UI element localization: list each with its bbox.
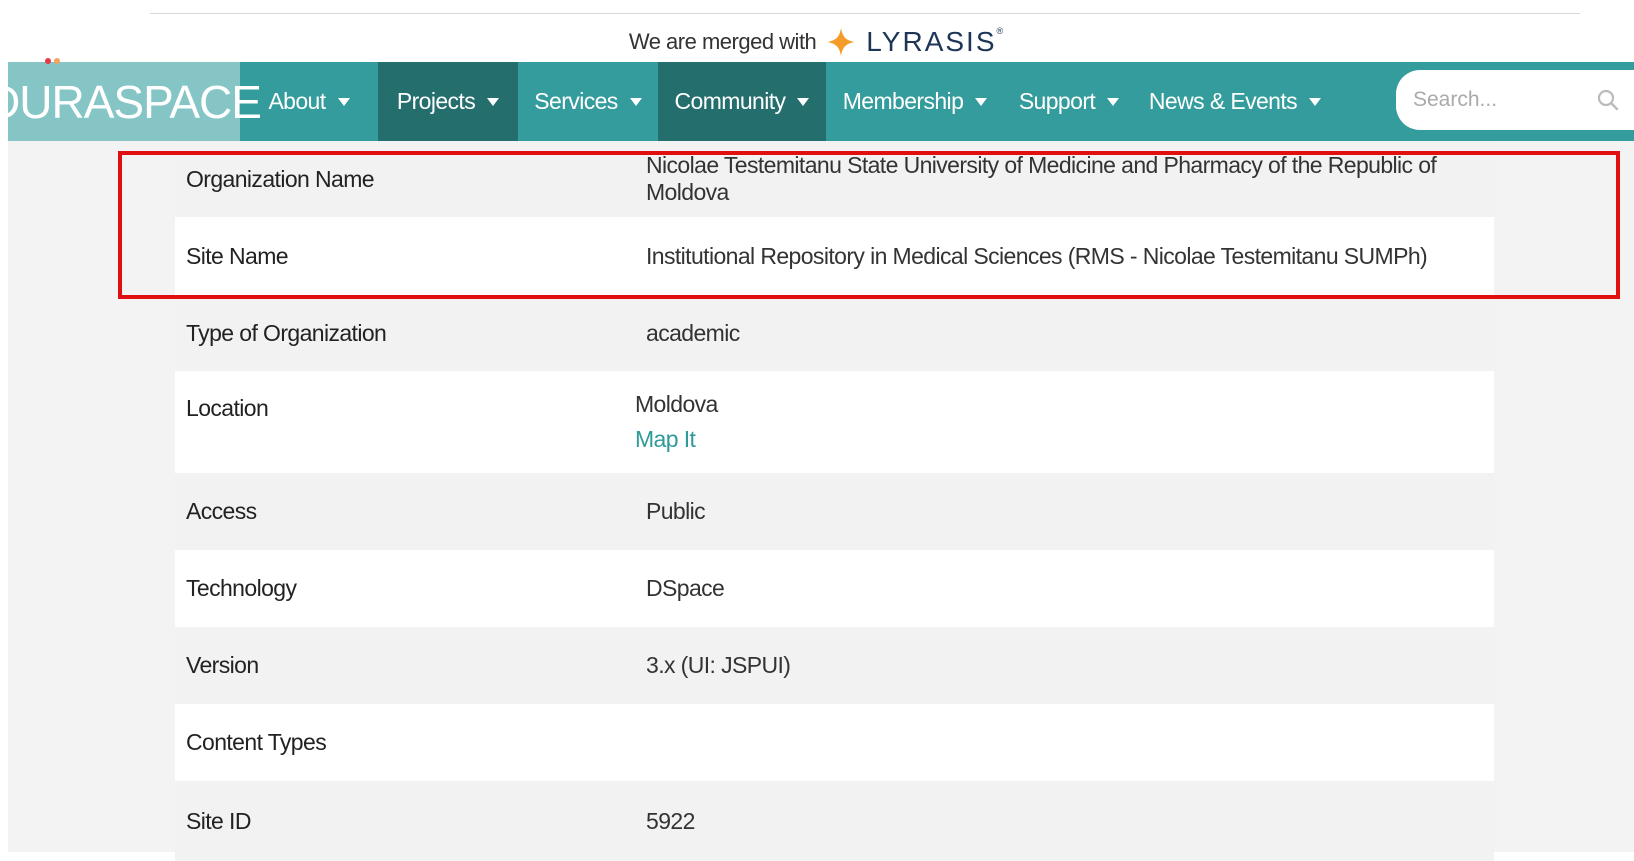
merge-banner-content[interactable]: We are merged with LYRASIS® xyxy=(629,22,1005,62)
partner-logo-text: LYRASIS® xyxy=(866,26,1006,57)
search-input[interactable] xyxy=(1411,87,1585,113)
version-value: 3.x (UI: JSPUI) xyxy=(646,652,791,678)
nav-projects[interactable]: Projects xyxy=(378,62,518,141)
star-icon xyxy=(827,28,856,56)
row-value: Moldova Map It xyxy=(635,371,1494,473)
left-gutter xyxy=(8,141,175,852)
caret-down-icon xyxy=(629,97,642,106)
logo-dots-icon xyxy=(45,58,60,64)
nav-news-events[interactable]: News & Events xyxy=(1134,62,1336,141)
nav-services[interactable]: Services xyxy=(518,62,658,141)
caret-down-icon xyxy=(975,97,988,106)
top-divider xyxy=(150,13,1580,14)
organization-name-value: Nicolae Testemitanu State University of … xyxy=(646,152,1437,205)
caret-down-icon xyxy=(487,97,500,106)
right-gutter xyxy=(1494,141,1634,852)
search-icon[interactable] xyxy=(1596,88,1620,112)
nav-community-label: Community xyxy=(674,88,787,114)
caret-down-icon xyxy=(797,97,810,106)
row-label: Site Name xyxy=(186,242,289,269)
row-value xyxy=(646,704,1494,781)
row-label: Content Types xyxy=(186,729,327,755)
row-value: Nicolae Testemitanu State University of … xyxy=(646,141,1494,217)
row-value: Institutional Repository in Medical Scie… xyxy=(646,217,1494,295)
table-row: Site ID 5922 xyxy=(175,781,1494,861)
site-logo[interactable]: DURASPACE xyxy=(0,58,262,141)
table-row: Technology DSpace xyxy=(175,550,1494,627)
row-label: Type of Organization xyxy=(186,319,387,346)
row-label: Access xyxy=(186,498,257,524)
table-row: Location Moldova Map It xyxy=(175,371,1494,473)
row-value: DSpace xyxy=(646,550,1494,627)
table-row: Type of Organization academic xyxy=(175,295,1494,371)
table-row: Access Public xyxy=(175,473,1494,550)
merge-text: We are merged with xyxy=(628,29,817,54)
registered-mark: ® xyxy=(996,26,1006,36)
table-row: Content Types xyxy=(175,704,1494,781)
technology-value: DSpace xyxy=(646,575,725,601)
row-value: 3.x (UI: JSPUI) xyxy=(646,627,1494,704)
site-id-value: 5922 xyxy=(646,807,695,834)
nav-about[interactable]: About xyxy=(240,62,378,141)
caret-down-icon xyxy=(1309,97,1322,106)
site-name-value: Institutional Repository in Medical Scie… xyxy=(646,242,1428,269)
caret-down-icon xyxy=(1107,97,1120,106)
site-details-table: Organization Name Nicolae Testemitanu St… xyxy=(175,141,1494,861)
nav-community[interactable]: Community xyxy=(658,62,826,141)
nav-about-label: About xyxy=(268,88,326,114)
table-row: Site Name Institutional Repository in Me… xyxy=(175,217,1494,295)
row-value: academic xyxy=(646,295,1494,371)
logo-text: DURASPACE xyxy=(0,75,262,128)
row-value: Public xyxy=(646,473,1494,550)
caret-down-icon xyxy=(337,97,350,106)
location-value: Moldova xyxy=(635,391,718,417)
row-label: Organization Name xyxy=(186,165,375,192)
nav-news-events-label: News & Events xyxy=(1148,88,1298,114)
row-value: 5922 xyxy=(646,781,1494,861)
nav-support-label: Support xyxy=(1018,88,1096,114)
main-navigation: DURASPACE About Projects Services Commun… xyxy=(0,58,1634,141)
row-label: Site ID xyxy=(186,807,251,834)
row-label: Location xyxy=(186,395,269,421)
nav-membership[interactable]: Membership xyxy=(826,62,1004,141)
table-row: Organization Name Nicolae Testemitanu St… xyxy=(175,141,1494,217)
nav-services-label: Services xyxy=(534,88,618,114)
row-label: Version xyxy=(186,652,259,678)
map-it-link[interactable]: Map It xyxy=(635,426,1494,453)
merge-banner: We are merged with LYRASIS® xyxy=(0,22,1634,62)
search-box xyxy=(1396,70,1634,130)
nav-projects-label: Projects xyxy=(396,88,476,114)
nav-membership-label: Membership xyxy=(842,88,964,114)
table-row: Version 3.x (UI: JSPUI) xyxy=(175,627,1494,704)
nav-support[interactable]: Support xyxy=(1004,62,1134,141)
organization-type-value: academic xyxy=(646,319,740,346)
row-label: Technology xyxy=(186,575,297,601)
access-value: Public xyxy=(646,498,706,524)
